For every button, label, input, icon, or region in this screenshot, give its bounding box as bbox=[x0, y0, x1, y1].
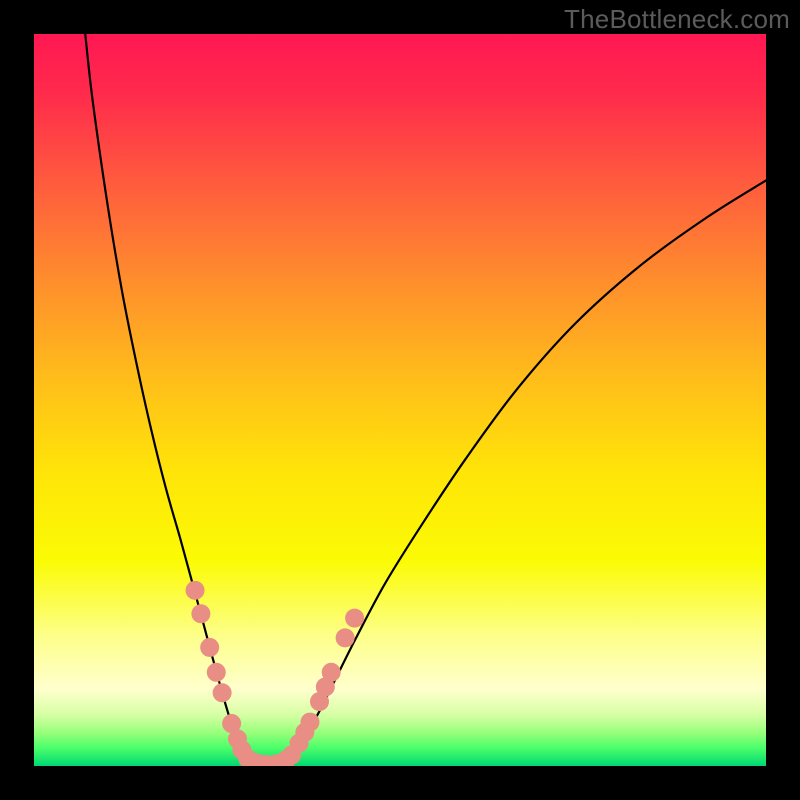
plot-svg bbox=[34, 34, 766, 766]
data-dot-right bbox=[336, 628, 355, 647]
data-dot-left bbox=[200, 638, 219, 657]
data-dot-left bbox=[186, 581, 205, 600]
watermark-text: TheBottleneck.com bbox=[564, 4, 790, 35]
data-dot-left bbox=[191, 604, 210, 623]
data-dot-right bbox=[322, 663, 341, 682]
data-dot-left bbox=[207, 663, 226, 682]
plot-area bbox=[34, 34, 766, 766]
chart-frame: TheBottleneck.com bbox=[0, 0, 800, 800]
data-dot-right bbox=[345, 609, 364, 628]
data-dot-left bbox=[213, 683, 232, 702]
data-dot-right bbox=[300, 713, 319, 732]
